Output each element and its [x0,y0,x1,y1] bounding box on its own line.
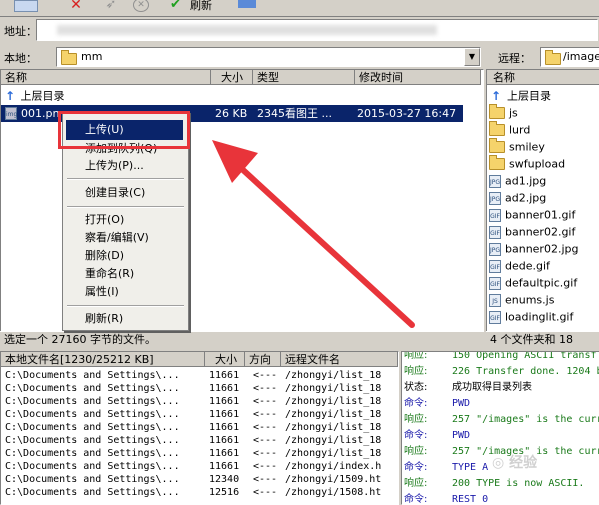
callout-arrow [212,140,415,328]
